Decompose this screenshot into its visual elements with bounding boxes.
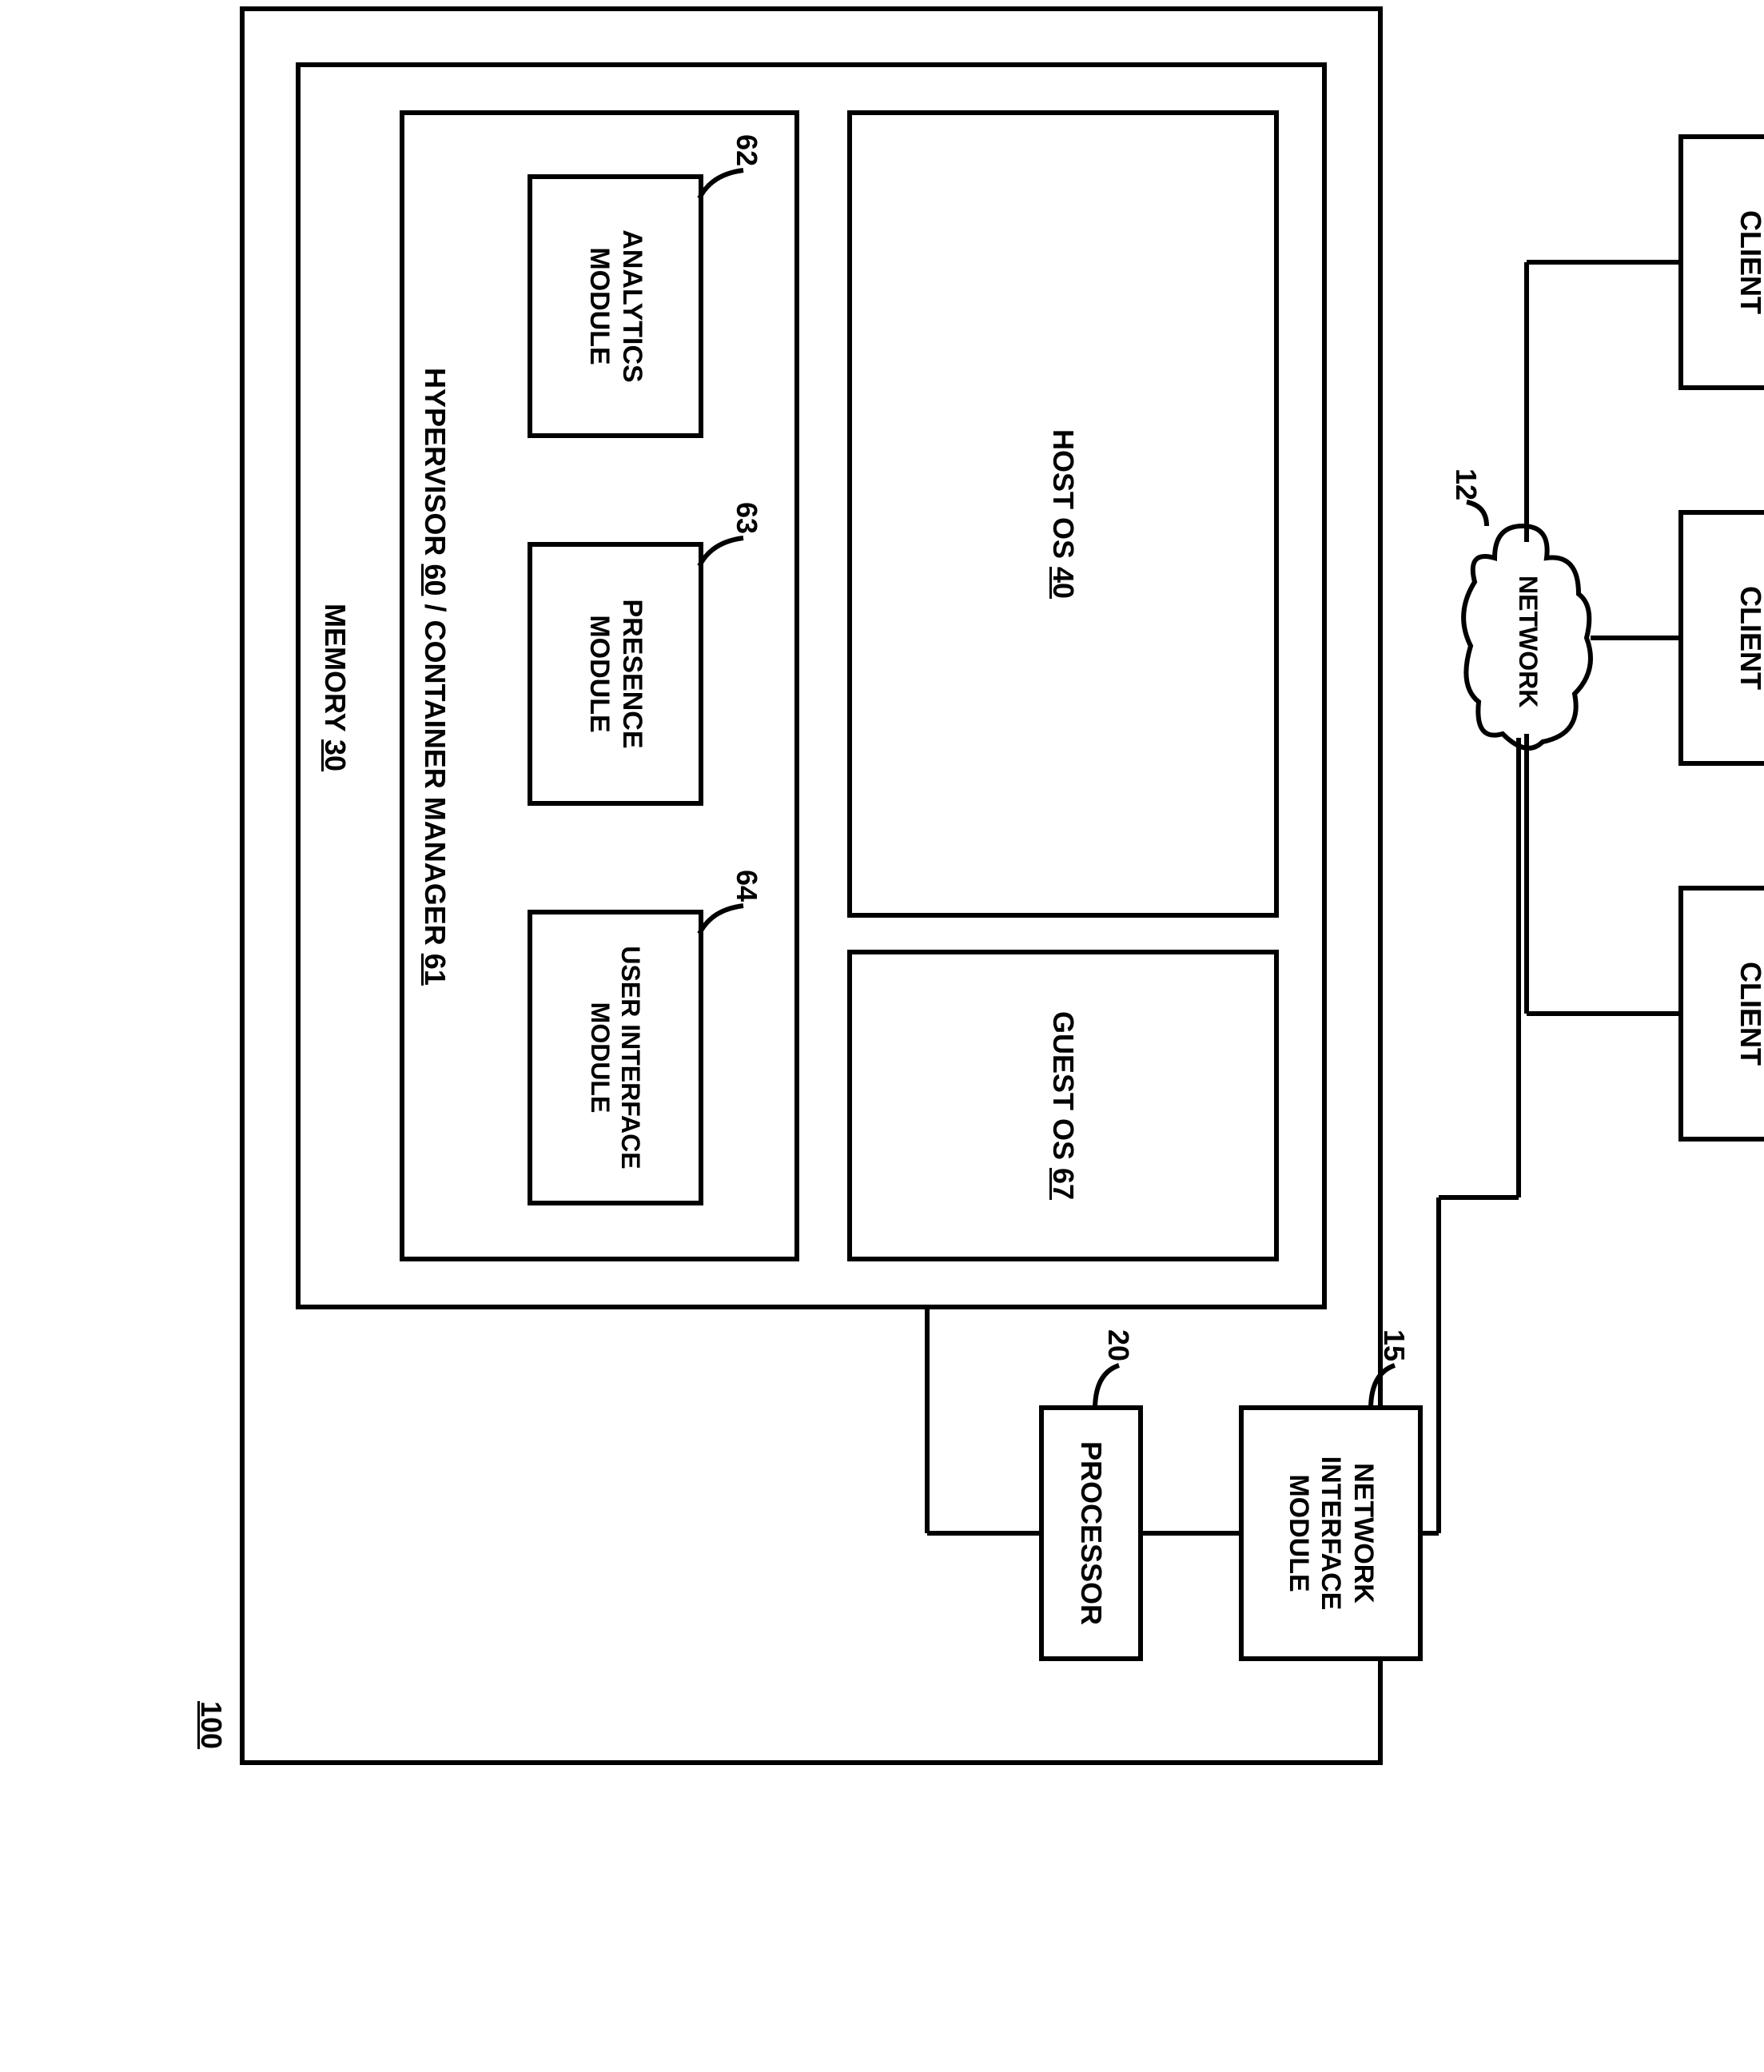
network-ref: 12 xyxy=(1449,468,1483,500)
host-os-box: HOST OS 40 xyxy=(847,110,1279,918)
client-box-2: CLIENT xyxy=(1678,510,1764,766)
analytics-label: ANALYTICS MODULE xyxy=(583,229,648,382)
client-label-2: CLIENT xyxy=(1733,586,1764,690)
ui-module-box: USER INTERFACE MODULE xyxy=(528,910,703,1205)
processor-label: PROCESSOR xyxy=(1073,1441,1108,1625)
guest-os-box: GUEST OS 67 xyxy=(847,950,1279,1261)
analytics-box: ANALYTICS MODULE xyxy=(528,174,703,438)
analytics-ref: 62 xyxy=(730,134,763,166)
ui-module-label: USER INTERFACE MODULE xyxy=(585,946,647,1169)
host-os-label: HOST OS 40 xyxy=(1045,429,1080,599)
system-ref: 100 xyxy=(194,1701,228,1749)
nim-box: NETWORK INTERFACE MODULE xyxy=(1239,1405,1423,1661)
presence-box: PRESENCE MODULE xyxy=(528,542,703,806)
memory-label: MEMORY 30 xyxy=(318,602,352,773)
nim-ref: 15 xyxy=(1377,1329,1411,1361)
processor-box: PROCESSOR xyxy=(1039,1405,1143,1661)
hypervisor-label: HYPERVISOR 60 / CONTAINER MANAGER 61 xyxy=(418,366,452,987)
presence-ref: 63 xyxy=(730,502,763,534)
client-box-1: CLIENT xyxy=(1678,134,1764,390)
client-label-3: CLIENT xyxy=(1733,962,1764,1066)
presence-label: PRESENCE MODULE xyxy=(583,599,648,748)
nim-label: NETWORK INTERFACE MODULE xyxy=(1282,1456,1380,1611)
client-box-3: CLIENT xyxy=(1678,886,1764,1142)
processor-ref: 20 xyxy=(1101,1329,1135,1361)
ui-module-ref: 64 xyxy=(730,870,763,902)
client-label-1: CLIENT xyxy=(1733,210,1764,314)
network-label: NETWORK xyxy=(1513,574,1543,709)
guest-os-label: GUEST OS 67 xyxy=(1045,1011,1080,1200)
